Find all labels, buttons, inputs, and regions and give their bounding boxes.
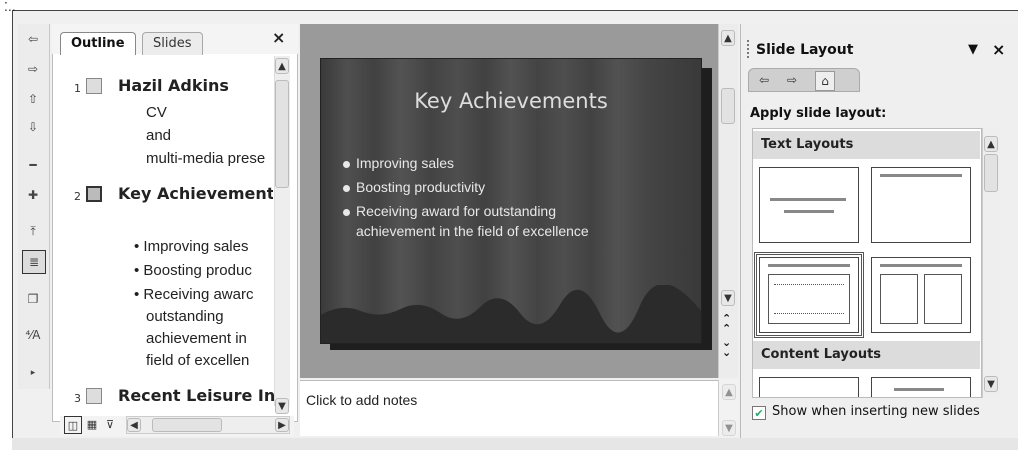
slide-title[interactable]: Key Achievements: [321, 89, 701, 113]
title-bar: [880, 174, 962, 177]
slide-bullet[interactable]: Receiving award for outstanding: [343, 203, 556, 219]
scroll-down-icon[interactable]: ▼: [722, 420, 736, 436]
slide-number: 3: [74, 392, 81, 405]
layout-title-top[interactable]: [871, 167, 971, 243]
scroll-thumb[interactable]: [152, 418, 222, 432]
expand-icon[interactable]: ✚: [22, 184, 44, 206]
layout-title-and-text[interactable]: [754, 252, 864, 338]
expand-all-icon[interactable]: ≣: [22, 250, 46, 274]
slide-sorter-icon[interactable]: ▦: [84, 416, 100, 432]
slide-bullet-continuation[interactable]: achievement in the field of excellence: [356, 223, 589, 239]
task-pane-title: Slide Layout: [756, 42, 854, 58]
slide-bullet[interactable]: Boosting productivity: [343, 179, 485, 195]
close-icon[interactable]: ×: [992, 40, 1005, 59]
text-lines: [774, 284, 844, 314]
outline-bullet[interactable]: • Improving sales: [134, 238, 274, 255]
tab-slides[interactable]: Slides: [142, 32, 203, 55]
show-formatting-icon[interactable]: ⁴⁄A: [22, 324, 44, 346]
title-bar: [880, 264, 962, 267]
slide-canvas[interactable]: Key Achievements Improving sales Boostin…: [320, 58, 702, 344]
section-header: Text Layouts: [753, 131, 980, 159]
chevron-down-icon[interactable]: ▼: [968, 42, 978, 57]
home-icon[interactable]: ⌂: [815, 71, 835, 91]
normal-view-icon[interactable]: ◫: [64, 416, 82, 434]
summary-slide-icon[interactable]: ❐: [22, 288, 44, 310]
scroll-up-icon[interactable]: ▲: [984, 136, 998, 152]
slide-thumb-icon[interactable]: [86, 186, 102, 202]
forward-icon[interactable]: ⇨: [783, 71, 801, 89]
show-layout-label: Show when inserting new slides: [772, 404, 980, 419]
scroll-down-icon[interactable]: ▼: [984, 376, 998, 392]
outlining-toolbar: ⇦ ⇨ ⇧ ⇩ ━ ✚ ⤒ ≣ ❐ ⁴⁄A ▸: [18, 24, 50, 389]
slide-thumb-icon[interactable]: [86, 78, 102, 94]
bullet-icon: [343, 160, 350, 168]
outline-line[interactable]: and: [146, 127, 274, 144]
layout-gallery: Text Layouts Content Layouts: [752, 128, 982, 398]
outline-line[interactable]: CV: [146, 104, 274, 121]
title-bar: [770, 198, 846, 201]
outline-bullet[interactable]: • Receiving awarc: [134, 286, 274, 303]
outline-slide-title[interactable]: Recent Leisure In: [118, 386, 274, 405]
column-left: [880, 274, 918, 324]
back-icon[interactable]: ⇦: [755, 71, 773, 89]
task-pane-nav: ⇦ ⇨ ⌂: [748, 68, 860, 92]
previous-slide-icon[interactable]: ⌃ ⌃: [722, 313, 731, 334]
scroll-thumb[interactable]: [984, 154, 998, 192]
tab-outline[interactable]: Outline: [60, 32, 136, 55]
layout-title-only[interactable]: [759, 167, 859, 243]
section-header: Content Layouts: [753, 341, 980, 369]
show-layout-checkbox[interactable]: ✔: [752, 406, 766, 420]
title-bar: [768, 264, 850, 267]
title-bar: [894, 388, 944, 391]
slide-show-icon[interactable]: ⊽: [102, 416, 118, 432]
scroll-up-icon[interactable]: ▲: [722, 384, 736, 400]
outline-slide-title[interactable]: Key Achievement: [118, 184, 273, 203]
promote-icon[interactable]: ⇦: [22, 28, 44, 50]
slide-bullet[interactable]: Improving sales: [343, 155, 454, 171]
subtitle-bar: [784, 210, 834, 213]
collapse-icon[interactable]: ━: [22, 154, 44, 176]
close-icon[interactable]: ×: [272, 28, 285, 47]
outline-line[interactable]: multi-media prese: [146, 150, 274, 167]
apply-layout-label: Apply slide layout:: [750, 106, 887, 121]
bullet-icon: [343, 184, 350, 192]
column-right: [924, 274, 962, 324]
slide-number: 2: [74, 190, 81, 203]
scroll-thumb[interactable]: [721, 88, 735, 124]
grip-icon[interactable]: [747, 40, 750, 58]
outline-line[interactable]: achievement in: [146, 330, 274, 347]
scroll-thumb[interactable]: [275, 80, 289, 188]
status-strip: [12, 438, 1018, 450]
curtain-wave: [321, 285, 701, 343]
bullet-icon: [343, 208, 350, 216]
scroll-left-icon[interactable]: ◀: [127, 418, 141, 432]
outline-line[interactable]: outstanding: [146, 308, 274, 325]
slide-thumb-icon[interactable]: [86, 388, 102, 404]
outline-tabbar: Outline Slides: [52, 24, 298, 55]
scroll-up-icon[interactable]: ▲: [721, 30, 735, 46]
move-up-icon[interactable]: ⇧: [22, 88, 44, 110]
layout-title-two-columns[interactable]: [871, 257, 971, 333]
layout-title-content[interactable]: [871, 377, 971, 397]
notes-pane[interactable]: [300, 380, 718, 436]
scroll-right-icon[interactable]: ▶: [275, 418, 289, 432]
notes-placeholder[interactable]: Click to add notes: [306, 392, 417, 408]
scroll-down-icon[interactable]: ▼: [275, 398, 289, 414]
outline-bullet[interactable]: • Boosting produc: [134, 262, 274, 279]
outline-slide-title[interactable]: Hazil Adkins: [118, 76, 273, 95]
layout-content[interactable]: [759, 377, 859, 397]
collapse-all-icon[interactable]: ⤒: [22, 220, 44, 242]
move-down-icon[interactable]: ⇩: [22, 116, 44, 138]
slide-number: 1: [74, 82, 81, 95]
scroll-down-icon[interactable]: ▼: [721, 290, 735, 306]
outline-line[interactable]: field of excellen: [146, 352, 274, 369]
scroll-up-icon[interactable]: ▲: [275, 58, 289, 74]
next-slide-icon[interactable]: ⌄ ⌄: [722, 337, 731, 358]
toolbar-options-icon[interactable]: ▸: [22, 362, 44, 384]
demote-icon[interactable]: ⇨: [22, 58, 44, 80]
